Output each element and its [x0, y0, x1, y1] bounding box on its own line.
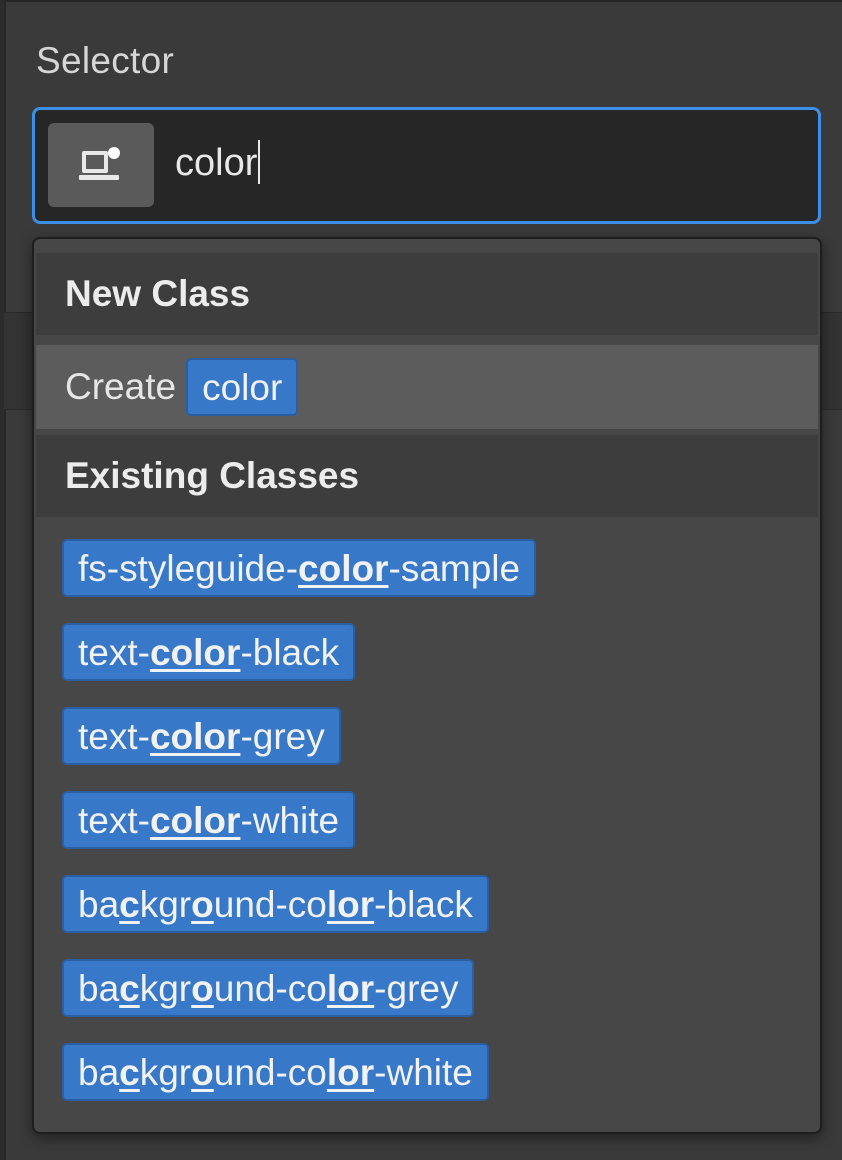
class-text: und-co: [213, 884, 327, 925]
class-text: -black: [240, 632, 340, 673]
match-highlight: lor: [326, 968, 375, 1009]
class-text: kgr: [139, 884, 192, 925]
device-state-icon: [79, 147, 120, 180]
class-text: -grey: [240, 716, 325, 757]
class-pill: background-color-white: [62, 1043, 489, 1101]
class-option[interactable]: background-color-black: [62, 875, 489, 933]
class-text: text-: [78, 716, 150, 757]
match-highlight: o: [191, 968, 214, 1009]
class-text: ba: [78, 1052, 120, 1093]
match-highlight: o: [191, 1052, 214, 1093]
match-highlight: c: [119, 1052, 140, 1093]
create-class-option[interactable]: Create color: [36, 345, 818, 429]
match-highlight: color: [149, 632, 241, 673]
class-pill: text-color-grey: [62, 707, 341, 765]
device-state-button[interactable]: [48, 123, 154, 207]
class-text: -black: [374, 884, 473, 925]
selector-label: Selector: [36, 40, 175, 81]
class-option[interactable]: fs-styleguide-color-sample: [62, 539, 537, 597]
class-text: -sample: [388, 548, 521, 589]
match-highlight: color: [149, 716, 241, 757]
class-text: text-: [78, 632, 150, 673]
class-text: kgr: [139, 968, 192, 1009]
match-highlight: c: [119, 884, 140, 925]
selector-query-text: color: [175, 142, 258, 184]
class-pill: background-color-black: [62, 875, 489, 933]
class-option[interactable]: background-color-white: [62, 1043, 489, 1101]
selector-input-field[interactable]: color: [32, 107, 821, 224]
match-highlight: color: [149, 800, 241, 841]
class-text: und-co: [213, 1052, 327, 1093]
class-pill: fs-styleguide-color-sample: [62, 539, 537, 597]
class-text: -white: [374, 1052, 473, 1093]
class-text: text-: [78, 800, 150, 841]
class-text: und-co: [213, 968, 327, 1009]
class-pill: background-color-grey: [62, 959, 475, 1017]
text-caret: [258, 140, 261, 184]
create-class-pill: color: [186, 358, 299, 416]
class-text: ba: [78, 884, 120, 925]
class-text: -grey: [374, 968, 459, 1009]
class-suggestions-dropdown: New Class Create color Existing Classes …: [32, 237, 822, 1134]
create-label: Create: [65, 366, 177, 407]
match-highlight: c: [119, 968, 140, 1009]
class-pill: text-color-white: [62, 791, 356, 849]
selector-query[interactable]: color: [175, 140, 261, 185]
match-highlight: o: [191, 884, 214, 925]
new-class-header: New Class: [36, 253, 818, 335]
class-option[interactable]: background-color-grey: [62, 959, 475, 1017]
class-option[interactable]: text-color-grey: [62, 707, 341, 765]
class-text: kgr: [139, 1052, 192, 1093]
class-text: ba: [78, 968, 120, 1009]
match-highlight: lor: [326, 1052, 375, 1093]
match-highlight: color: [298, 548, 389, 589]
class-text: fs-styleguide-: [78, 548, 299, 589]
class-option[interactable]: text-color-black: [62, 623, 356, 681]
existing-classes-header: Existing Classes: [36, 435, 818, 517]
match-highlight: lor: [326, 884, 375, 925]
class-text: -white: [240, 800, 340, 841]
class-option[interactable]: text-color-white: [62, 791, 356, 849]
class-pill: text-color-black: [62, 623, 356, 681]
